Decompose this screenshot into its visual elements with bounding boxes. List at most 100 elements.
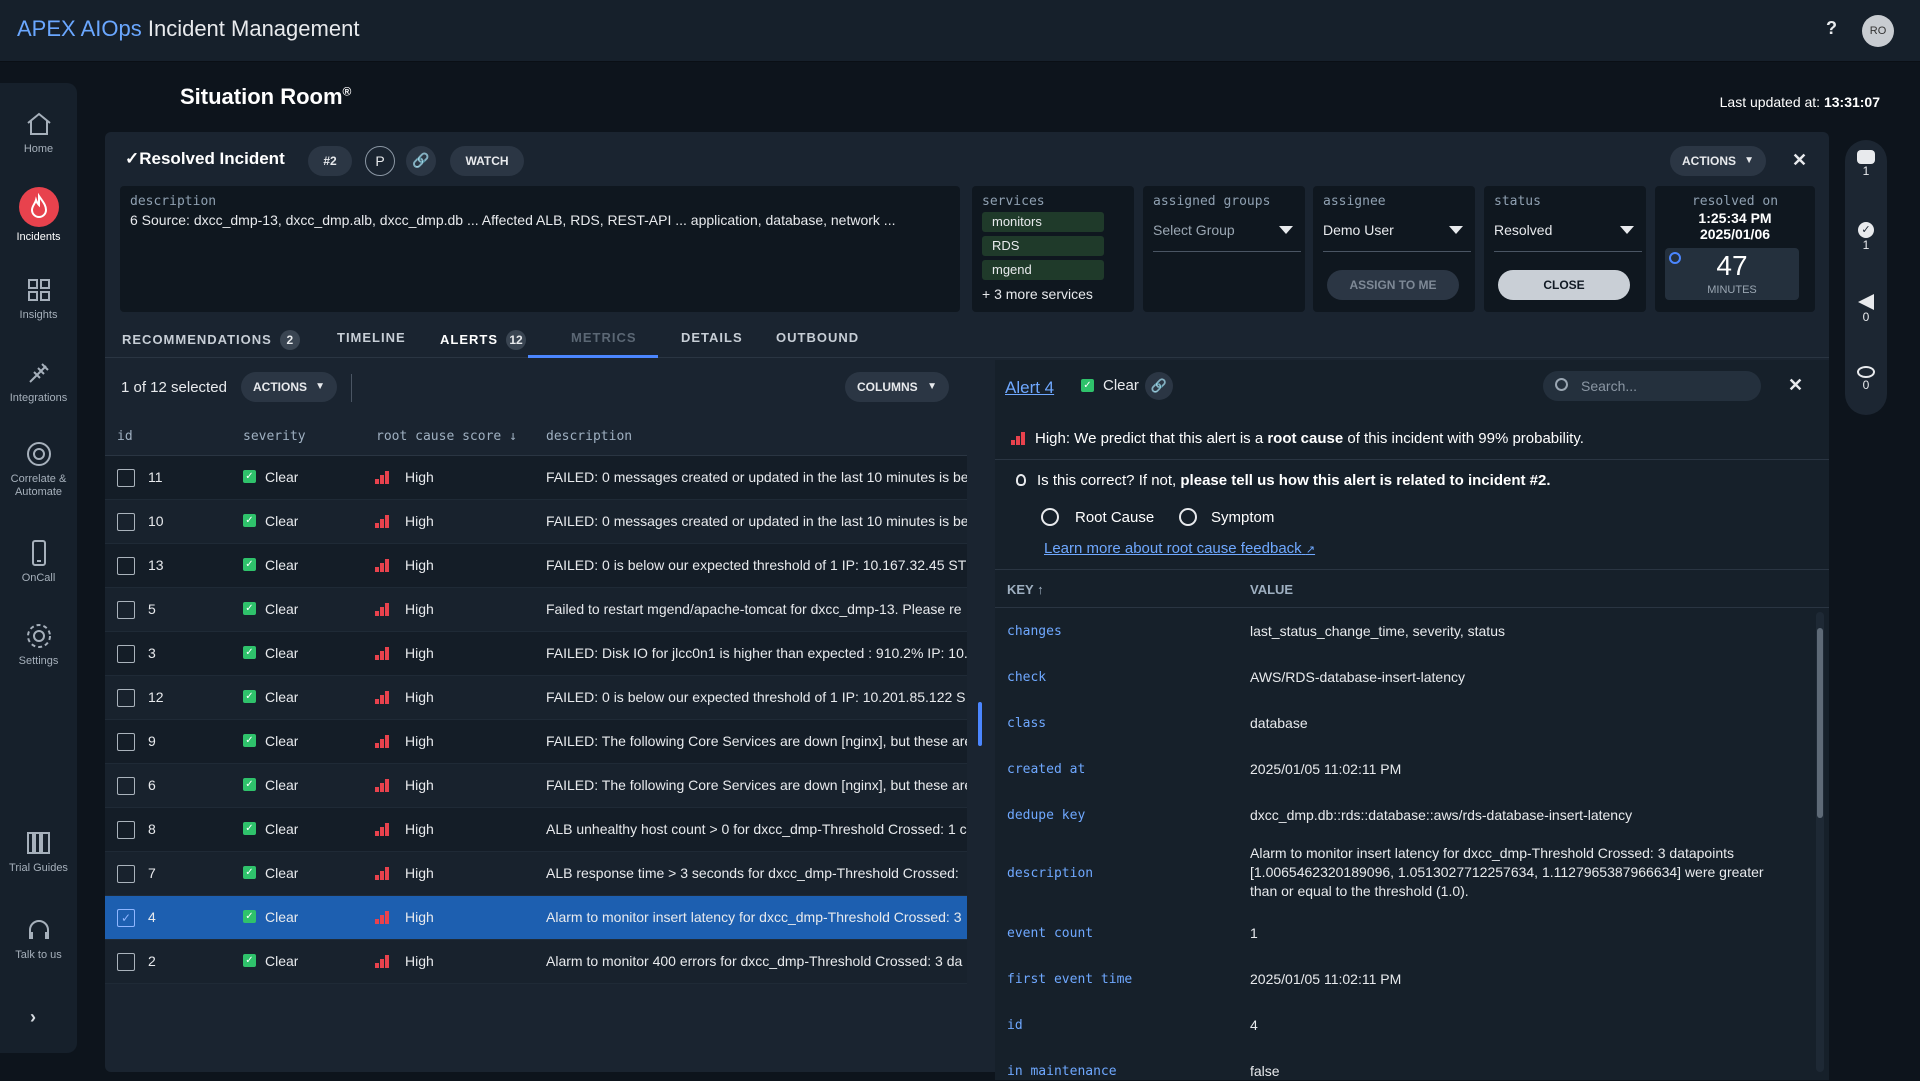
nav-insights[interactable]: Insights: [0, 275, 77, 321]
row-checkbox[interactable]: [117, 821, 135, 839]
nav-correlate[interactable]: Correlate & Automate: [0, 439, 77, 499]
last-updated-label: Last updated at:: [1719, 94, 1824, 110]
status-select[interactable]: Resolved: [1494, 222, 1642, 252]
columns-button[interactable]: COLUMNS ▼: [845, 372, 949, 402]
close-incident-button[interactable]: CLOSE: [1498, 270, 1630, 300]
field-value: 1: [1250, 925, 1258, 941]
row-checkbox[interactable]: [117, 953, 135, 971]
table-row[interactable]: ✓ 4 ✓ Clear High Alarm to monitor insert late…: [105, 896, 967, 940]
table-row[interactable]: 11 ✓ Clear High FAILED: 0 messages created o…: [105, 456, 967, 500]
row-id: 3: [148, 645, 156, 661]
table-row[interactable]: 5 ✓ Clear High Failed to restart mgend/apach…: [105, 588, 967, 632]
alert-title-link[interactable]: Alert 4: [1005, 378, 1054, 398]
row-severity: Clear: [265, 557, 299, 573]
tab-alerts[interactable]: ALERTS 12: [440, 330, 526, 350]
avatar[interactable]: RO: [1862, 15, 1894, 47]
value-column-header[interactable]: VALUE: [1250, 582, 1293, 597]
column-header-description[interactable]: description: [546, 429, 632, 444]
learn-more-link[interactable]: Learn more about root cause feedback ↗: [1044, 540, 1315, 557]
chevron-right-icon[interactable]: ›: [30, 1007, 36, 1028]
rail-comments[interactable]: 1: [1845, 150, 1887, 178]
pane-scroll-indicator[interactable]: [978, 702, 982, 746]
row-id: 10: [148, 513, 164, 529]
row-checkbox[interactable]: [117, 557, 135, 575]
row-checkbox[interactable]: [117, 601, 135, 619]
rail-announcements[interactable]: 0: [1845, 294, 1887, 324]
table-row[interactable]: 7 ✓ Clear High ALB response time > 3 seconds…: [105, 852, 967, 896]
nav-trial-guides[interactable]: Trial Guides: [0, 828, 77, 874]
column-header-score[interactable]: root cause score ↓: [376, 429, 517, 444]
nav-oncall[interactable]: OnCall: [0, 538, 77, 584]
column-header-id[interactable]: id: [117, 429, 133, 444]
row-checkbox[interactable]: [117, 733, 135, 751]
row-checkbox[interactable]: [117, 469, 135, 487]
table-row[interactable]: 6 ✓ Clear High FAILED: The following Core Se…: [105, 764, 967, 808]
service-tag[interactable]: monitors: [982, 212, 1104, 232]
row-checkbox[interactable]: [117, 689, 135, 707]
row-severity: Clear: [265, 513, 299, 529]
root-cause-radio[interactable]: [1041, 508, 1059, 526]
selection-count: 1 of 12 selected: [121, 379, 227, 396]
megaphone-icon: [1858, 294, 1874, 310]
row-checkbox[interactable]: [117, 645, 135, 663]
row-checkbox[interactable]: ✓: [117, 909, 135, 927]
detail-scrollbar[interactable]: [1816, 612, 1824, 1072]
priority-badge[interactable]: P: [365, 146, 395, 176]
table-row[interactable]: 3 ✓ Clear High FAILED: Disk IO for jlcc0n1 i…: [105, 632, 967, 676]
detail-search-input[interactable]: Search...: [1543, 371, 1761, 401]
tab-outbound[interactable]: OUTBOUND: [776, 330, 859, 345]
rail-watchers[interactable]: 0: [1845, 366, 1887, 392]
row-description: Failed to restart mgend/apache-tomcat fo…: [546, 601, 962, 617]
rail-approvals[interactable]: ✓ 1: [1845, 222, 1887, 252]
close-icon[interactable]: ✕: [1792, 150, 1807, 171]
tab-details[interactable]: DETAILS: [681, 330, 743, 345]
root-cause-label[interactable]: Root Cause: [1075, 509, 1154, 526]
detail-scrollbar-thumb[interactable]: [1817, 628, 1823, 818]
tab-timeline[interactable]: TIMELINE: [337, 330, 406, 345]
symptom-radio[interactable]: [1179, 508, 1197, 526]
alert-link-icon[interactable]: 🔗: [1145, 372, 1173, 400]
tab-metrics[interactable]: METRICS: [571, 330, 637, 345]
group-select[interactable]: Select Group: [1153, 222, 1301, 252]
table-row[interactable]: 9 ✓ Clear High FAILED: The following Core Se…: [105, 720, 967, 764]
close-detail-icon[interactable]: ✕: [1788, 375, 1803, 396]
assignee-box: assignee Demo User ASSIGN TO ME: [1313, 186, 1475, 312]
row-checkbox[interactable]: [117, 777, 135, 795]
alert-status: Clear: [1103, 377, 1139, 394]
symptom-label[interactable]: Symptom: [1211, 509, 1274, 526]
row-checkbox[interactable]: [117, 513, 135, 531]
table-row[interactable]: 2 ✓ Clear High Alarm to monitor 400 errors f…: [105, 940, 967, 984]
row-severity: Clear: [265, 469, 299, 485]
assignee-select[interactable]: Demo User: [1323, 222, 1471, 252]
nav-talk[interactable]: Talk to us: [0, 915, 77, 961]
table-row[interactable]: 8 ✓ Clear High ALB unhealthy host count > 0 …: [105, 808, 967, 852]
service-tag[interactable]: mgend: [982, 260, 1104, 280]
link-icon[interactable]: 🔗: [406, 146, 436, 176]
nav-integrations[interactable]: Integrations: [0, 358, 77, 404]
row-score: High: [405, 469, 434, 485]
nav-label: Insights: [19, 309, 58, 321]
table-row[interactable]: 13 ✓ Clear High FAILED: 0 is below our expec…: [105, 544, 967, 588]
nav-settings[interactable]: Settings: [0, 621, 77, 667]
help-icon[interactable]: ?: [1826, 18, 1837, 39]
table-row[interactable]: 10 ✓ Clear High FAILED: 0 messages created o…: [105, 500, 967, 544]
field-value: last_status_change_time, severity, statu…: [1250, 623, 1505, 639]
column-header-severity[interactable]: severity: [243, 429, 306, 444]
alerts-actions-button[interactable]: ACTIONS ▼: [241, 372, 337, 402]
nav-label: Talk to us: [15, 949, 62, 961]
incident-actions-button[interactable]: ACTIONS ▼: [1670, 146, 1766, 176]
row-score: High: [405, 513, 434, 529]
clear-status-icon: ✓: [243, 558, 256, 571]
table-row[interactable]: 12 ✓ Clear High FAILED: 0 is below our expec…: [105, 676, 967, 720]
row-checkbox[interactable]: [117, 865, 135, 883]
service-tag[interactable]: RDS: [982, 236, 1104, 256]
nav-incidents[interactable]: Incidents: [0, 187, 77, 243]
nav-home[interactable]: Home: [0, 109, 77, 155]
assign-to-me-button[interactable]: ASSIGN TO ME: [1327, 270, 1459, 300]
clear-status-icon: ✓: [243, 602, 256, 615]
tab-recommendations[interactable]: RECOMMENDATIONS 2: [122, 330, 300, 350]
key-column-header[interactable]: KEY ↑: [1007, 582, 1044, 597]
more-services-link[interactable]: + 3 more services: [982, 286, 1093, 302]
learn-more-text: Learn more about root cause feedback: [1044, 540, 1302, 557]
watch-button[interactable]: WATCH: [450, 146, 524, 176]
